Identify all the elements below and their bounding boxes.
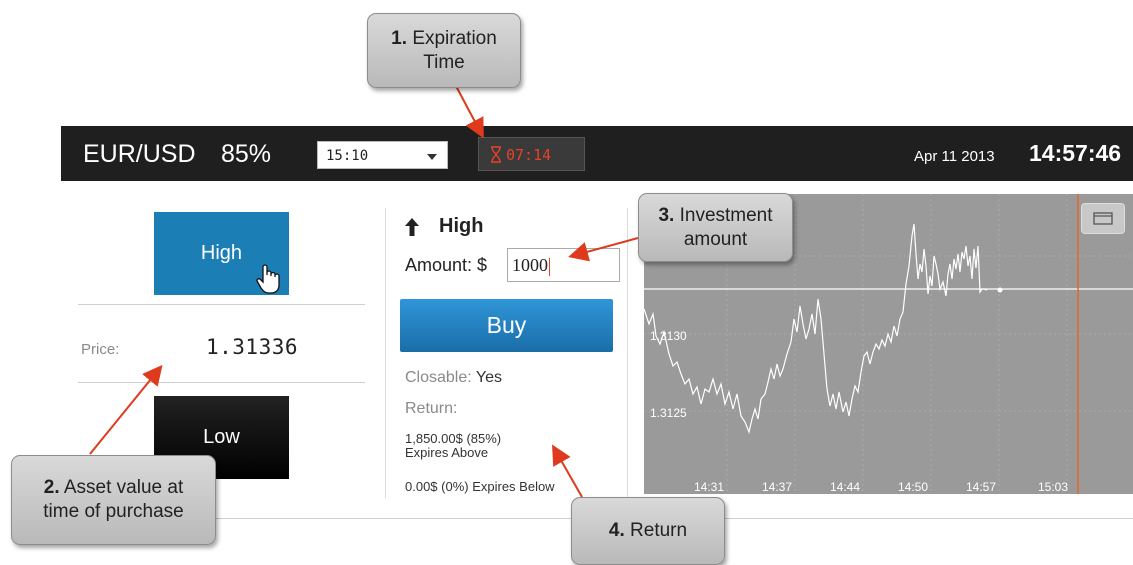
callout-number: 4. [608, 520, 625, 541]
price-value: 1.31336 [206, 335, 299, 359]
callout-number: 2. [43, 477, 60, 498]
callout-expiration-time: 1. Expiration Time [367, 13, 521, 88]
expand-chart-button[interactable] [1081, 203, 1125, 234]
callout-investment-amount: 3. Investment amount [638, 193, 793, 262]
asset-name: EUR/USD [83, 140, 196, 168]
return-below: 0.00$ (0%) Expires Below [405, 479, 555, 494]
closable-info: Closable: Yes [405, 369, 502, 387]
y-tick-label: 1.3125 [650, 406, 687, 420]
x-tick-label: 14:37 [762, 480, 792, 494]
callout-text: Expiration [412, 27, 497, 49]
callout-number: 3. [658, 204, 675, 226]
return-above: 1,850.00$ (85%) Expires Above [405, 432, 501, 460]
closable-label: Closable: [405, 369, 472, 386]
trading-header: EUR/USD 85% 15:10 07:14 Apr 11 2013 14:5… [61, 126, 1133, 181]
callout-text: amount [683, 228, 748, 250]
expiry-select[interactable]: 15:10 [317, 141, 448, 169]
amount-input[interactable]: 1000 [507, 248, 620, 282]
amount-value: 1000 [512, 255, 548, 275]
callout-text: Time [423, 51, 465, 73]
column-divider [385, 208, 386, 498]
return-above-caption: Expires Above [405, 445, 489, 460]
callout-text: Asset value at [63, 477, 184, 498]
current-time: 14:57:46 [1029, 140, 1122, 166]
expiry-select-value: 15:10 [326, 148, 369, 164]
column-divider [627, 208, 628, 498]
price-label: Price: [81, 341, 120, 358]
x-tick-label: 15:03 [1038, 480, 1068, 494]
x-tick-label: 14:57 [966, 480, 996, 494]
payout-percent: 85% [221, 140, 272, 168]
callout-return: 4. Return [571, 497, 725, 565]
arrow-up-icon [405, 218, 419, 236]
callout-text: Investment [679, 204, 773, 226]
callout-text: Return [630, 520, 688, 541]
callout-number: 1. [391, 27, 408, 49]
expiration-timer: 07:14 [478, 137, 585, 171]
window-icon [1093, 212, 1113, 225]
callout-text: time of purchase [43, 501, 184, 522]
closable-value: Yes [475, 369, 502, 386]
return-above-amount: 1,850.00$ (85%) [405, 431, 502, 446]
buy-button[interactable]: Buy [400, 299, 613, 352]
direction-label: High [439, 215, 484, 237]
current-date: Apr 11 2013 [914, 148, 995, 165]
high-button-label: High [200, 242, 243, 264]
y-tick-label: 1.3130 [650, 329, 687, 343]
callout-asset-value: 2. Asset value at time of purchase [11, 455, 216, 545]
trade-panel: High Price: 1.31336 Low High Amount: $ 1… [61, 181, 1133, 519]
divider [78, 382, 365, 383]
divider [78, 304, 365, 305]
timer-value: 07:14 [506, 146, 552, 164]
low-button-label: Low [203, 426, 240, 448]
x-tick-label: 14:44 [830, 480, 860, 494]
x-tick-label: 14:31 [694, 480, 724, 494]
return-label: Return: [405, 400, 458, 417]
x-tick-label: 14:50 [898, 480, 928, 494]
amount-label: Amount: $ [405, 255, 488, 275]
chevron-down-icon [427, 154, 437, 160]
hand-cursor-icon [256, 264, 280, 294]
hourglass-icon [491, 146, 501, 163]
buy-button-label: Buy [486, 312, 527, 338]
